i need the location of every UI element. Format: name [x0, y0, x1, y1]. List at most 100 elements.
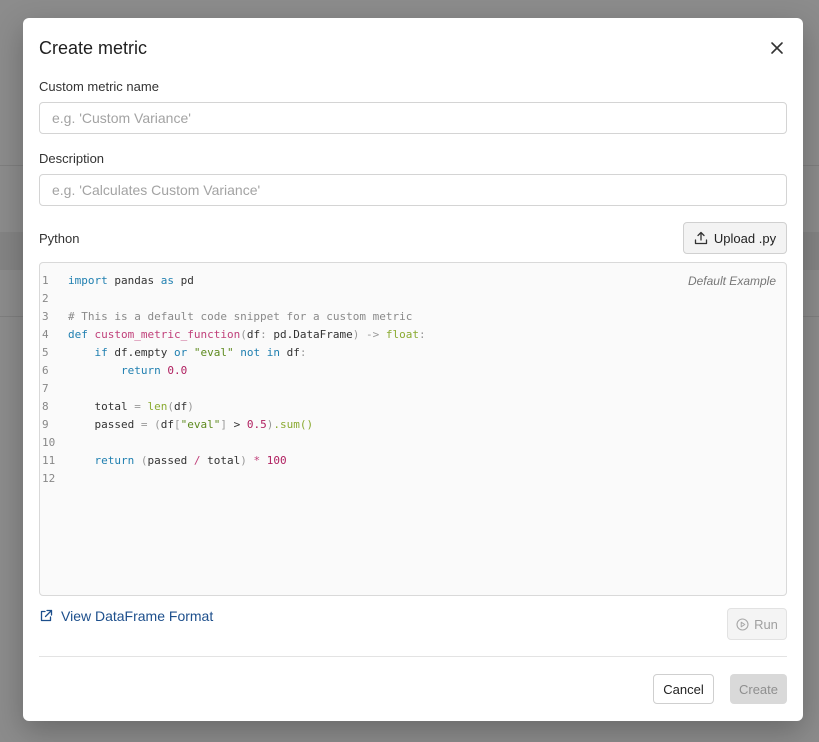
code-token: : [260, 328, 267, 341]
footer-divider [39, 656, 787, 657]
code-token: [ [173, 418, 181, 431]
line-number: 3 [42, 310, 49, 323]
code-token: custom_metric_function [94, 328, 241, 341]
run-button[interactable]: Run [727, 608, 787, 640]
cancel-button[interactable]: Cancel [653, 674, 714, 704]
upload-icon [694, 231, 708, 245]
line-number: 1 [42, 274, 49, 287]
play-circle-icon [736, 617, 749, 631]
code-token: : [299, 346, 307, 359]
code-line: 7 [40, 380, 426, 398]
code-token: return [120, 364, 161, 377]
description-input[interactable] [39, 174, 787, 206]
code-token: total [207, 454, 241, 467]
line-number: 10 [42, 436, 56, 449]
editor-hint: Default Example [687, 274, 776, 288]
external-link-icon [40, 609, 53, 622]
code-token: ( [134, 454, 148, 467]
upload-py-label: Upload .py [713, 230, 777, 246]
code-token: df.empty [107, 346, 174, 359]
line-number: 5 [42, 346, 49, 359]
code-token: ) [240, 454, 247, 467]
code-token: df [246, 328, 261, 341]
code-token: pd [173, 274, 194, 287]
metric-name-input[interactable] [39, 102, 787, 134]
code-line: 3 # This is a default code snippet for a … [40, 308, 426, 326]
code-token: passed [147, 454, 188, 467]
code-token: len [140, 400, 168, 413]
metric-name-label: Custom metric name [39, 79, 159, 94]
line-number: 7 [42, 382, 49, 395]
code-token: > [226, 418, 247, 431]
code-token: total [94, 400, 135, 413]
code-token: = [134, 400, 141, 413]
code-token: passed [94, 418, 141, 431]
code-token: ( [167, 400, 174, 413]
code-line: 9 passed = (df["eval"] > 0.5).sum() [40, 416, 426, 434]
code-token: "eval" [180, 418, 221, 431]
code-line: 4 def custom_metric_function(df: pd.DataF… [40, 326, 426, 344]
line-number: 9 [42, 418, 49, 431]
description-label: Description [39, 151, 105, 166]
line-number: 4 [42, 328, 49, 341]
code-line: 10 [40, 434, 426, 452]
code-token: "eval" [187, 346, 241, 359]
create-button[interactable]: Create [730, 674, 787, 704]
code-token: 0.0 [160, 364, 188, 377]
code-token: ] [220, 418, 227, 431]
code-line: 5 if df.empty or "eval" not in df: [40, 344, 426, 362]
line-number: 8 [42, 400, 49, 413]
code-token: * [246, 454, 267, 467]
view-dataframe-format-link[interactable]: View DataFrame Format [39, 608, 213, 624]
close-icon [771, 42, 783, 54]
line-number: 11 [42, 454, 56, 467]
code-token: in [260, 346, 280, 359]
code-token: df [160, 418, 174, 431]
code-line: 6 return 0.0 [40, 362, 426, 380]
line-number: 12 [42, 472, 56, 485]
code-token: : [419, 328, 426, 341]
code-token: 100 [266, 454, 287, 467]
code-token: -> [359, 328, 386, 341]
line-number: 2 [42, 292, 49, 305]
python-label: Python [39, 231, 80, 246]
code-token: pandas [107, 274, 161, 287]
view-dataframe-format-label: View DataFrame Format [61, 608, 214, 624]
code-token: import [68, 274, 108, 287]
code-token: return [94, 454, 135, 467]
code-token: ( [147, 418, 161, 431]
code-token: df [174, 400, 188, 413]
code-token: ) [187, 400, 194, 413]
code-token: / [187, 454, 208, 467]
code-token: not [240, 346, 261, 359]
dialog-title: Create metric [39, 38, 148, 58]
code-token: as [160, 274, 174, 287]
python-code-editor[interactable]: Default Example 1 import pandas as pd 2 3… [39, 262, 787, 596]
run-label: Run [754, 616, 778, 632]
code-token: .sum() [273, 418, 314, 431]
code-token: 0.5 [246, 418, 267, 431]
code-token: ( [240, 328, 247, 341]
upload-py-button[interactable]: Upload .py [683, 222, 787, 254]
code-line: 12 [40, 470, 426, 488]
code-token: # This is a default code snippet for a c… [68, 310, 413, 323]
close-button[interactable] [767, 38, 787, 58]
code-token: pd.DataFrame [266, 328, 353, 341]
code-token: float [385, 328, 420, 341]
code-line: 2 [40, 290, 426, 308]
code-line: 1 import pandas as pd [40, 272, 426, 290]
code-token: or [173, 346, 188, 359]
code-lines: 1 import pandas as pd 2 3 # This is a defa… [40, 272, 426, 488]
code-line: 11 return (passed / total) * 100 [40, 452, 426, 470]
line-number: 6 [42, 364, 49, 377]
code-token: if [94, 346, 108, 359]
code-token: df [279, 346, 300, 359]
create-metric-dialog: Create metric Custom metric name Descrip… [23, 18, 803, 721]
code-token: def [68, 328, 88, 341]
code-line: 8 total = len(df) [40, 398, 426, 416]
